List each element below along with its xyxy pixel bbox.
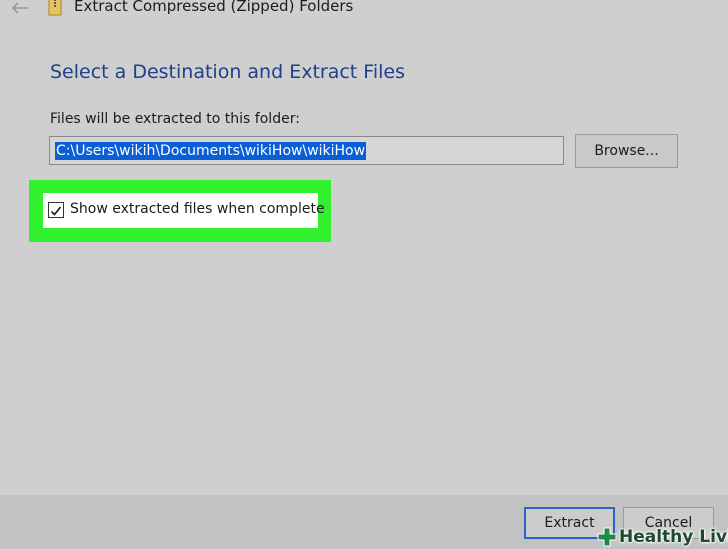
browse-button[interactable]: Browse... [575, 134, 678, 168]
zip-folder-icon [48, 0, 62, 16]
destination-path-text: C:\Users\wikih\Documents\wikiHow\wikiHow [55, 142, 367, 160]
window-title: Extract Compressed (Zipped) Folders [74, 0, 354, 15]
checkmark-icon [50, 206, 62, 216]
destination-path-input[interactable]: C:\Users\wikih\Documents\wikiHow\wikiHow [49, 136, 564, 165]
destination-label: Files will be extracted to this folder: [50, 111, 300, 127]
show-files-label[interactable]: Show extracted files when complete [70, 201, 325, 217]
back-arrow-icon[interactable] [10, 0, 30, 16]
extract-dialog: Extract Compressed (Zipped) Folders Sele… [0, 0, 728, 549]
title-bar: Extract Compressed (Zipped) Folders [0, 0, 728, 22]
page-title: Select a Destination and Extract Files [50, 61, 405, 83]
plus-cross-icon [597, 527, 617, 547]
show-files-checkbox[interactable] [48, 202, 64, 218]
watermark: Healthy Living [597, 525, 728, 549]
watermark-text: Healthy Living [619, 527, 728, 547]
